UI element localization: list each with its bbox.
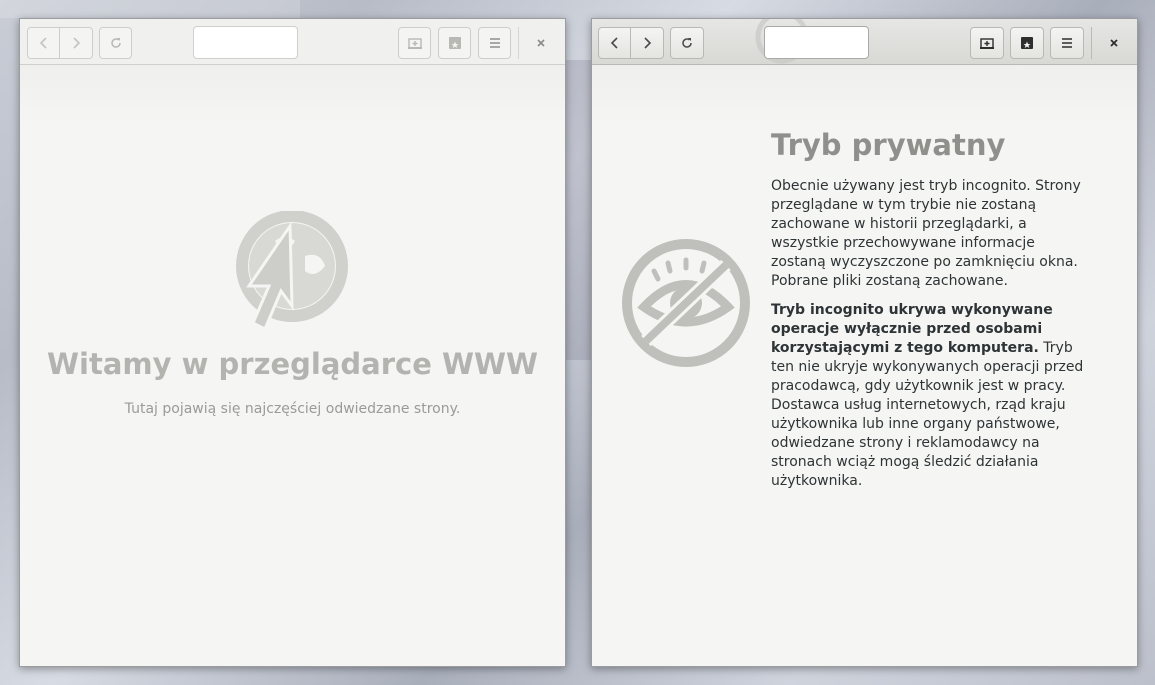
close-button[interactable] bbox=[1098, 27, 1130, 59]
incognito-paragraph-1: Obecnie używany jest tryb incognito. Str… bbox=[771, 178, 1081, 289]
reload-button[interactable] bbox=[99, 27, 132, 59]
reload-button[interactable] bbox=[670, 27, 704, 59]
incognito-paragraph-2-rest: Tryb ten nie ukryje wykonywanych operacj… bbox=[771, 340, 1084, 489]
new-tab-button[interactable] bbox=[398, 27, 431, 59]
incognito-eye-icon bbox=[622, 239, 750, 367]
hamburger-menu-icon bbox=[1062, 38, 1072, 48]
incognito-paragraph-2: Tryb incognito ukrywa wykonywane operacj… bbox=[771, 301, 1091, 491]
close-button[interactable] bbox=[525, 27, 557, 59]
overview-page: Witamy w przeglądarce WWW Tutaj pojawią … bbox=[20, 65, 565, 666]
new-tab-button[interactable] bbox=[970, 27, 1004, 59]
navigation-buttons bbox=[598, 27, 664, 59]
reload-icon bbox=[110, 38, 121, 48]
hamburger-menu-icon bbox=[489, 38, 500, 48]
welcome-subtitle: Tutaj pojawią się najczęściej odwiedzane… bbox=[124, 401, 461, 417]
forward-button[interactable] bbox=[631, 27, 664, 59]
wallpaper bbox=[0, 0, 300, 18]
separator bbox=[518, 27, 519, 59]
address-entry[interactable] bbox=[764, 26, 869, 59]
address-entry[interactable] bbox=[193, 26, 298, 59]
welcome-title: Witamy w przeglądarce WWW bbox=[47, 347, 538, 381]
incognito-message: Tryb prywatny Obecnie używany jest tryb … bbox=[771, 127, 1091, 501]
bookmarks-button[interactable] bbox=[438, 27, 471, 59]
menu-button[interactable] bbox=[478, 27, 511, 59]
incognito-paragraph-2-bold: Tryb incognito ukrywa wykonywane operacj… bbox=[771, 302, 1053, 356]
incognito-page: Tryb prywatny Obecnie używany jest tryb … bbox=[592, 65, 1137, 666]
back-button[interactable] bbox=[598, 27, 631, 59]
forward-button[interactable] bbox=[60, 27, 93, 59]
browser-window-incognito: Tryb prywatny Obecnie używany jest tryb … bbox=[591, 18, 1138, 667]
navigation-buttons bbox=[27, 27, 93, 59]
new-tab-icon bbox=[980, 38, 994, 49]
chevron-left-icon bbox=[39, 37, 47, 49]
headerbar bbox=[592, 19, 1137, 65]
close-icon bbox=[537, 39, 545, 47]
web-browser-logo-icon bbox=[236, 211, 348, 331]
chevron-right-icon bbox=[644, 37, 652, 49]
reload-icon bbox=[682, 38, 692, 48]
chevron-left-icon bbox=[610, 37, 618, 49]
back-button[interactable] bbox=[27, 27, 60, 59]
wallpaper-gap bbox=[564, 60, 591, 360]
bookmarks-button[interactable] bbox=[1010, 27, 1044, 59]
chevron-right-icon bbox=[73, 37, 81, 49]
menu-button[interactable] bbox=[1050, 27, 1084, 59]
bookmark-icon bbox=[1021, 37, 1033, 49]
close-icon bbox=[1110, 39, 1118, 47]
bookmark-icon bbox=[448, 37, 461, 49]
separator bbox=[1091, 27, 1092, 59]
new-tab-icon bbox=[407, 38, 422, 49]
browser-window-normal: Witamy w przeglądarce WWW Tutaj pojawią … bbox=[19, 18, 566, 667]
headerbar bbox=[20, 19, 565, 65]
incognito-title: Tryb prywatny bbox=[771, 128, 1006, 162]
